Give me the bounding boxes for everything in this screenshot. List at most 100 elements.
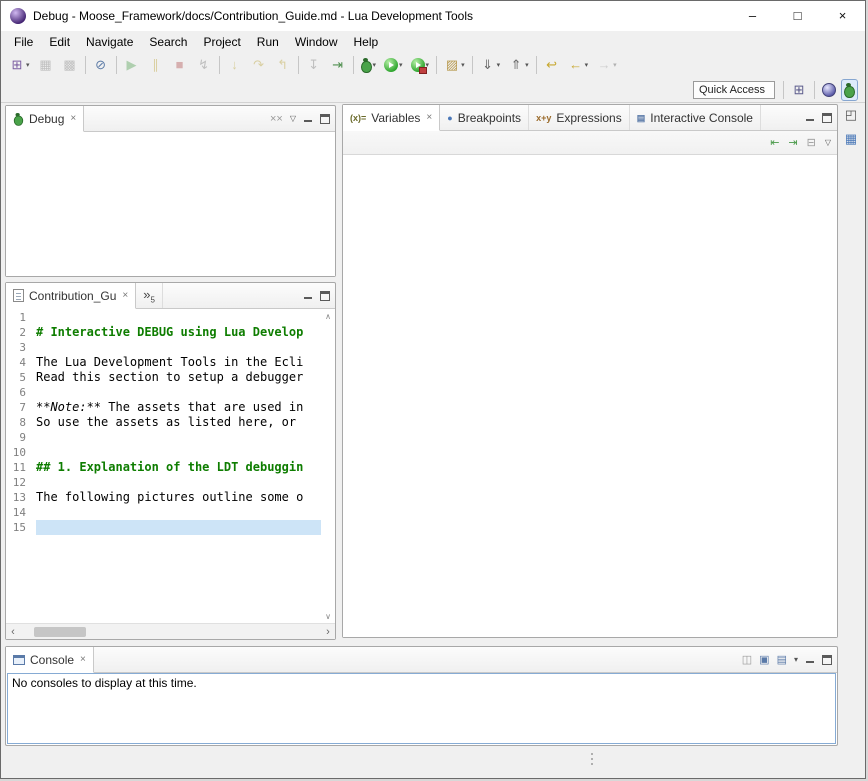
- step-over-icon[interactable]: ↷: [248, 54, 270, 76]
- editor-horizontal-scrollbar[interactable]: ‹ ›: [6, 623, 335, 639]
- minimized-views-icon[interactable]: ▦: [845, 131, 857, 147]
- display-selected-console-icon[interactable]: ▣: [759, 653, 769, 666]
- suspend-icon[interactable]: ∥: [145, 54, 167, 76]
- tab-expressions[interactable]: x+yExpressions: [529, 105, 630, 130]
- quick-access-box[interactable]: Quick Access: [693, 81, 775, 99]
- maximize-view-icon[interactable]: [320, 114, 330, 124]
- code-line[interactable]: 2# Interactive DEBUG using Lua Develop: [6, 325, 321, 340]
- code-line[interactable]: 4The Lua Development Tools in the Ecli: [6, 355, 321, 370]
- step-into-icon[interactable]: ↓: [224, 54, 246, 76]
- external-tools-icon[interactable]: ▾: [408, 54, 433, 76]
- view-menu-icon[interactable]: ▽: [290, 114, 296, 123]
- dropdown-arrow-icon[interactable]: ▾: [497, 61, 501, 69]
- code-line[interactable]: 9: [6, 430, 321, 445]
- open-console-icon[interactable]: ▤: [777, 653, 787, 666]
- code-line[interactable]: 13The following pictures outline some o: [6, 490, 321, 505]
- close-icon[interactable]: ×: [70, 113, 76, 124]
- run-icon[interactable]: ▾: [381, 54, 406, 76]
- menu-run[interactable]: Run: [249, 33, 287, 51]
- close-icon[interactable]: ×: [122, 290, 128, 301]
- open-console-dropdown-icon[interactable]: ▾: [794, 655, 798, 664]
- dropdown-arrow-icon[interactable]: ▾: [525, 61, 529, 69]
- minimize-view-icon[interactable]: [303, 114, 313, 124]
- debug-view-content[interactable]: [6, 133, 335, 276]
- menu-search[interactable]: Search: [141, 33, 195, 51]
- ldt-perspective-icon[interactable]: [819, 79, 839, 101]
- tab-contribution-guide[interactable]: Contribution_Gu ×: [6, 283, 136, 309]
- use-step-filters-icon[interactable]: ⇥: [327, 54, 349, 76]
- code-line[interactable]: 12: [6, 475, 321, 490]
- restore-view-icon[interactable]: ◰: [845, 107, 857, 123]
- maximize-view-icon[interactable]: [822, 655, 832, 665]
- previous-annotation-icon[interactable]: ⇑▾: [505, 54, 532, 76]
- scroll-down-icon[interactable]: ∨: [325, 610, 331, 623]
- dropdown-arrow-icon[interactable]: ▾: [585, 61, 589, 69]
- terminate-icon[interactable]: ■: [169, 54, 191, 76]
- dropdown-arrow-icon[interactable]: ▾: [461, 61, 465, 69]
- menu-file[interactable]: File: [6, 33, 41, 51]
- dropdown-arrow-icon[interactable]: ▾: [26, 61, 30, 69]
- scroll-left-icon[interactable]: ‹: [6, 626, 20, 638]
- minimize-view-icon[interactable]: [303, 291, 313, 301]
- skip-all-breakpoints-icon[interactable]: ⊘: [90, 54, 112, 76]
- maximize-view-icon[interactable]: [320, 291, 330, 301]
- step-return-icon[interactable]: ↰: [272, 54, 294, 76]
- code-line[interactable]: 14: [6, 505, 321, 520]
- code-area[interactable]: 12# Interactive DEBUG using Lua Develop3…: [6, 310, 321, 623]
- save-icon[interactable]: ▦: [35, 54, 57, 76]
- minimize-view-icon[interactable]: [805, 655, 815, 665]
- view-menu-icon[interactable]: ▽: [825, 138, 831, 147]
- tab-debug[interactable]: Debug ×: [6, 106, 84, 132]
- resume-icon[interactable]: ▶: [121, 54, 143, 76]
- save-all-icon[interactable]: ▩: [59, 54, 81, 76]
- menu-project[interactable]: Project: [195, 33, 248, 51]
- dropdown-arrow-icon[interactable]: ▾: [373, 61, 377, 69]
- code-line[interactable]: 15: [6, 520, 321, 535]
- pin-console-icon[interactable]: ◫: [742, 653, 752, 666]
- menu-window[interactable]: Window: [287, 33, 346, 51]
- tab-breakpoints[interactable]: ●Breakpoints: [440, 105, 529, 130]
- close-icon[interactable]: ×: [80, 654, 86, 665]
- menu-help[interactable]: Help: [346, 33, 387, 51]
- tab-console[interactable]: Console ×: [6, 647, 94, 673]
- drop-to-frame-icon[interactable]: ↧: [303, 54, 325, 76]
- open-perspective-icon[interactable]: ⊞: [788, 79, 810, 101]
- scrollbar-track[interactable]: [20, 626, 321, 638]
- new-wizard-icon[interactable]: ⊞▾: [6, 54, 33, 76]
- collapse-all-icon[interactable]: ⊟: [807, 136, 816, 149]
- menu-edit[interactable]: Edit: [41, 33, 78, 51]
- code-line[interactable]: 7**Note:** The assets that are used in: [6, 400, 321, 415]
- forward-icon[interactable]: →▾: [593, 54, 620, 76]
- minimize-view-icon[interactable]: [805, 113, 815, 123]
- scroll-right-icon[interactable]: ›: [321, 626, 335, 638]
- tab-variables[interactable]: (x)=Variables×: [343, 105, 440, 131]
- console-content[interactable]: No consoles to display at this time.: [7, 673, 836, 744]
- scroll-up-icon[interactable]: ∧: [325, 310, 331, 323]
- close-window-button[interactable]: ×: [820, 1, 865, 31]
- remove-all-terminated-icon[interactable]: ××: [270, 113, 283, 125]
- next-annotation-icon[interactable]: ⇓▾: [477, 54, 504, 76]
- close-icon[interactable]: ×: [426, 112, 432, 123]
- code-line[interactable]: 1: [6, 310, 321, 325]
- tab-interactive-console[interactable]: ▤Interactive Console: [630, 105, 761, 130]
- debug-perspective-icon[interactable]: [841, 79, 858, 101]
- code-line[interactable]: 6: [6, 385, 321, 400]
- minimize-window-button[interactable]: –: [730, 1, 775, 31]
- dropdown-arrow-icon[interactable]: ▾: [399, 61, 403, 69]
- maximize-view-icon[interactable]: [822, 113, 832, 123]
- sash-grip[interactable]: [591, 753, 593, 765]
- maximize-window-button[interactable]: □: [775, 1, 820, 31]
- code-line[interactable]: 11## 1. Explanation of the LDT debuggin: [6, 460, 321, 475]
- menu-navigate[interactable]: Navigate: [78, 33, 141, 51]
- code-line[interactable]: 5Read this section to setup a debugger: [6, 370, 321, 385]
- code-line[interactable]: 10: [6, 445, 321, 460]
- last-edit-location-icon[interactable]: ↩: [541, 54, 563, 76]
- hidden-editors-chevron[interactable]: »5: [136, 283, 163, 308]
- show-type-names-icon[interactable]: ⇤: [770, 136, 779, 149]
- code-line[interactable]: 3: [6, 340, 321, 355]
- dropdown-arrow-icon[interactable]: ▾: [613, 61, 617, 69]
- scrollbar-thumb[interactable]: [34, 627, 86, 637]
- variables-view-content[interactable]: [343, 156, 837, 637]
- debug-icon[interactable]: ▾: [358, 54, 380, 76]
- show-logical-structures-icon[interactable]: ⇥: [788, 136, 797, 149]
